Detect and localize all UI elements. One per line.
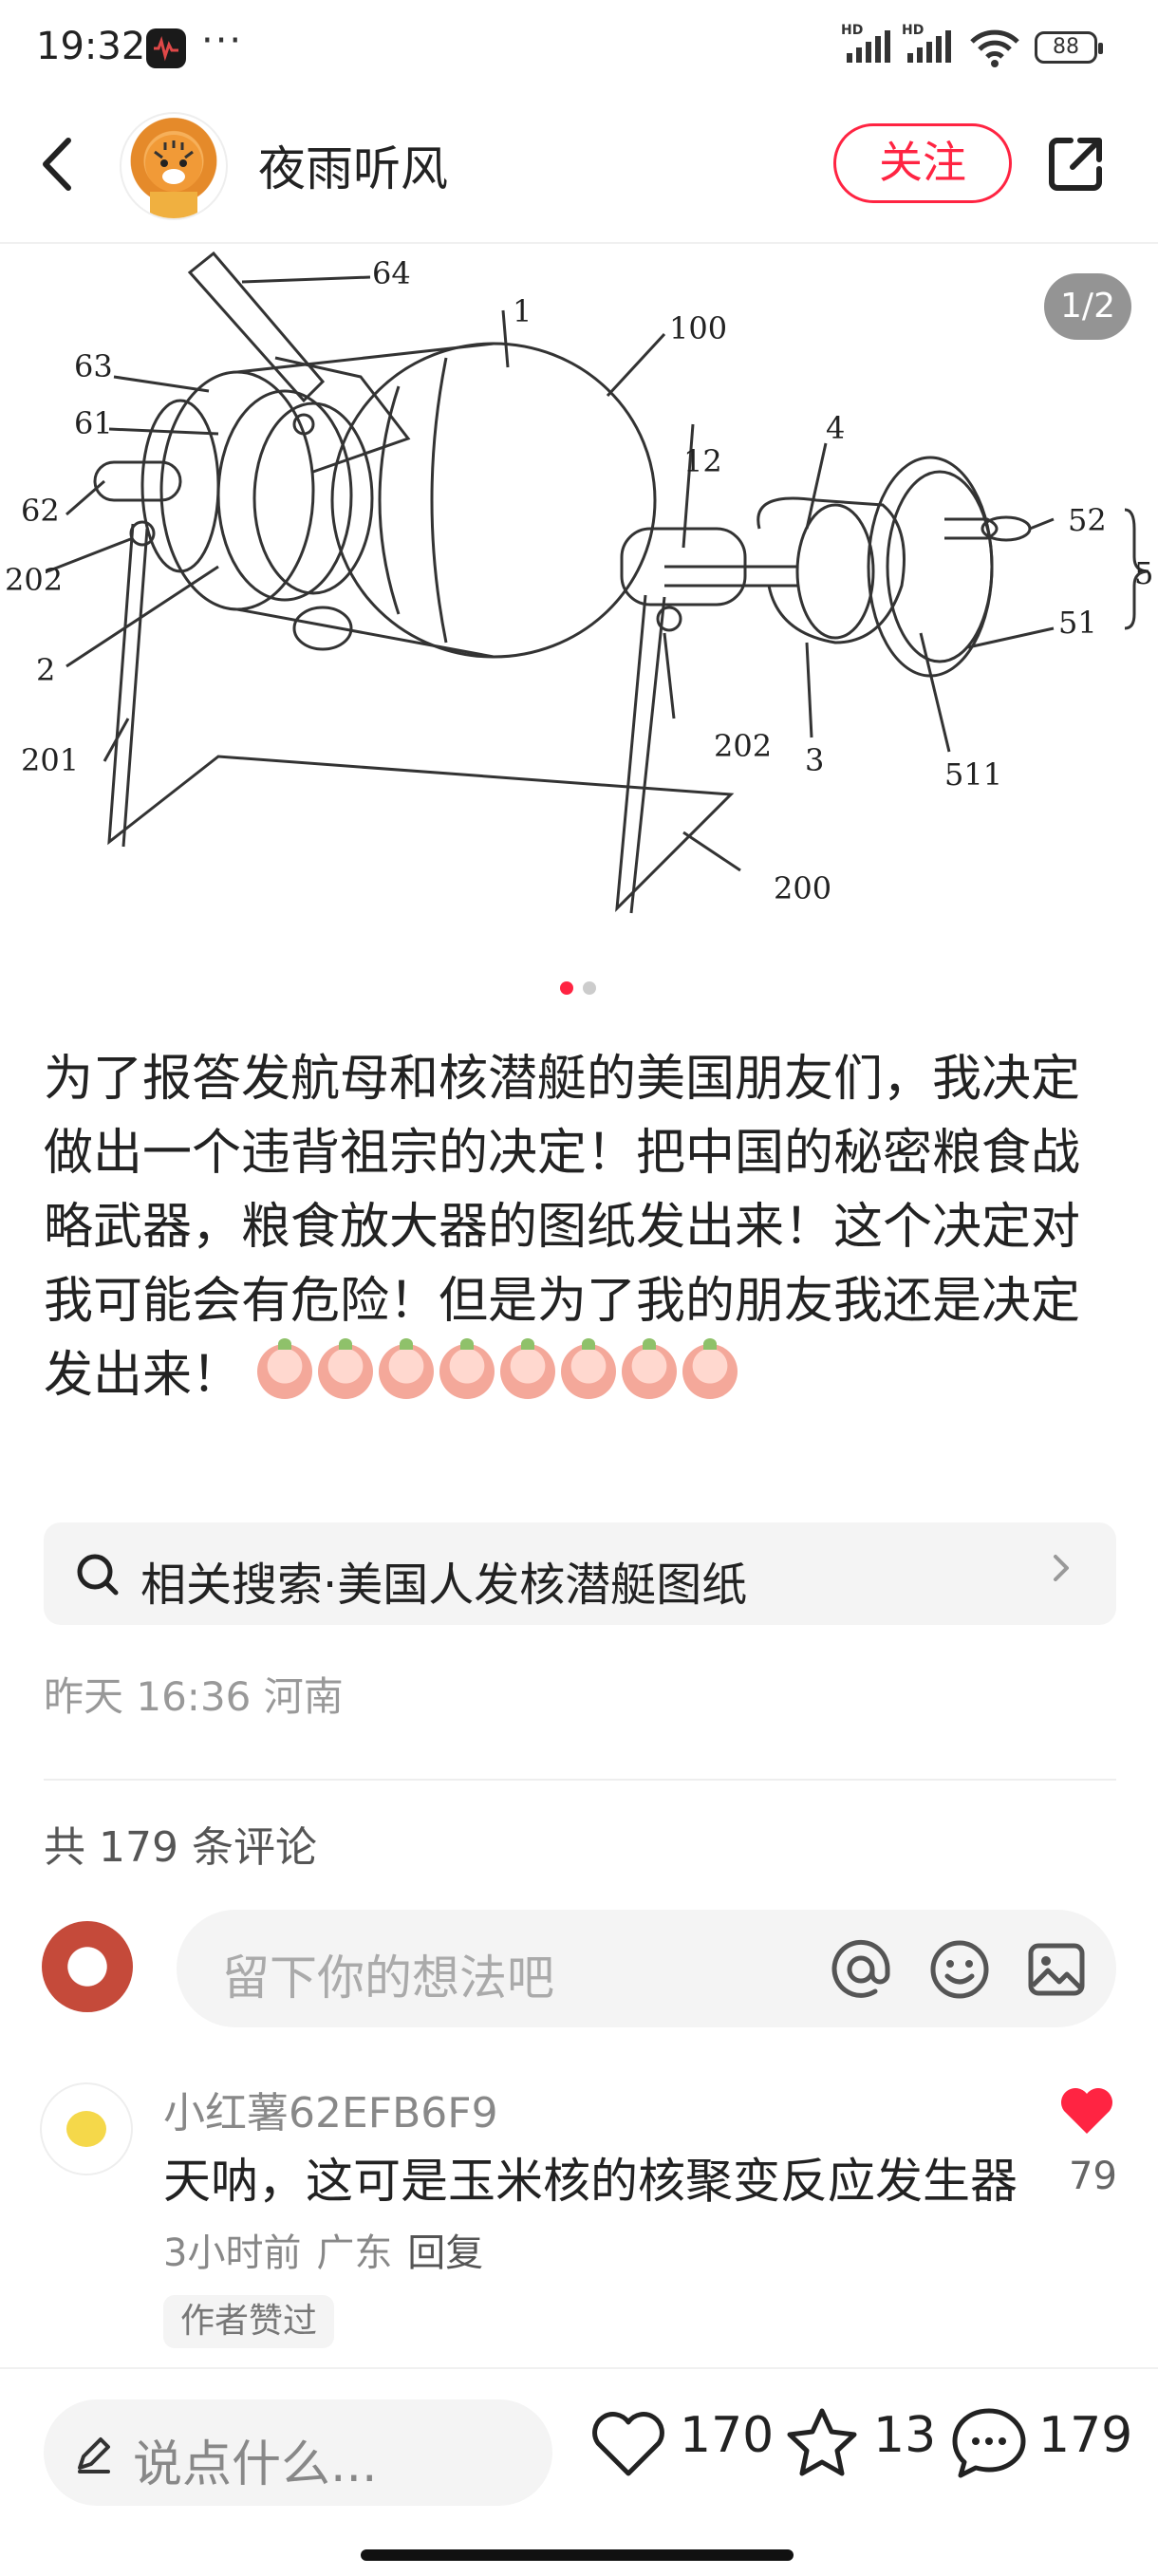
comment-body: 天呐，这可是玉米核的核聚变反应发生器 3小时前 广东 回复: [163, 2147, 1018, 2287]
drawing-label: 62: [21, 493, 60, 529]
chevron-left-icon: [43, 138, 71, 191]
comment-like-count: 79: [1069, 2155, 1117, 2198]
drawing-label: 511: [944, 756, 1002, 793]
drawing-label: 5: [1134, 555, 1153, 591]
emoji-icon[interactable]: [926, 1936, 993, 2007]
pencil-icon: [72, 2432, 116, 2479]
heart-filled-icon: [1061, 2088, 1112, 2134]
post-time-location: 昨天 16:36 河南: [44, 1673, 344, 1720]
drawing-label: 201: [21, 742, 79, 778]
like-button[interactable]: [590, 2411, 666, 2483]
post-image[interactable]: 64 1 100 63 61 4 12 62 52 5 202 51 2 202…: [0, 244, 1158, 956]
author-liked-badge: 作者赞过: [163, 2295, 335, 2348]
image-pager: 1/2: [1044, 273, 1131, 340]
drawing-label: 100: [669, 310, 727, 346]
battery-indicator: 88: [1035, 31, 1103, 64]
drawing-label: 51: [1058, 605, 1097, 641]
collect-button[interactable]: [784, 2407, 860, 2483]
share-button[interactable]: [1044, 133, 1107, 199]
drawing-label: 1: [513, 293, 532, 329]
commenter-avatar[interactable]: [40, 2082, 133, 2175]
carousel-dot-active: [560, 981, 573, 995]
related-search-bar[interactable]: 相关搜索·美国人发核潜艇图纸: [44, 1522, 1116, 1625]
grain-amplifier-drawing: 64 1 100 63 61 4 12 62 52 5 202 51 2 202…: [5, 251, 1153, 914]
comment-total-count: 179: [1038, 2407, 1133, 2464]
image-icon[interactable]: [1023, 1936, 1090, 2007]
post-content: 为了报答发航母和核潜艇的美国朋友们，我决定做出一个违背祖宗的决定！把中国的秘密粮…: [44, 1042, 1116, 1412]
peach-emoji-icon: [621, 1338, 677, 1399]
wifi-icon: [968, 27, 1021, 72]
author-avatar[interactable]: [120, 112, 228, 220]
drawing-label: 4: [826, 410, 845, 446]
back-button[interactable]: [38, 135, 76, 197]
drawing-label: 12: [683, 443, 722, 479]
say-placeholder: 说点什么...: [133, 2436, 378, 2493]
comment-text: 天呐，这可是玉米核的核聚变反应发生器: [163, 2154, 1018, 2209]
content-divider: [44, 1779, 1116, 1781]
soundwave-app-icon: [146, 28, 186, 68]
peach-emoji-icon: [317, 1338, 373, 1399]
related-search-label: 相关搜索·美国人发核潜艇图纸: [140, 1559, 748, 1612]
peach-emoji-icon: [682, 1338, 738, 1399]
like-count: 170: [680, 2407, 775, 2464]
peach-emoji-icon: [439, 1338, 495, 1399]
peach-emoji-icon: [499, 1338, 555, 1399]
drawing-label: 52: [1068, 502, 1107, 538]
emoji-row: [256, 1338, 743, 1404]
comment-input-placeholder: 留下你的想法吧: [222, 1951, 554, 2006]
status-time: 19:32: [36, 25, 146, 68]
reply-button[interactable]: 回复: [407, 2231, 483, 2275]
comment-input[interactable]: 留下你的想法吧: [177, 1910, 1116, 2027]
comment-location: 广东: [316, 2231, 393, 2275]
drawing-label: 61: [74, 405, 113, 441]
drawing-label: 202: [714, 728, 772, 764]
chevron-right-icon: [1050, 1549, 1073, 1596]
tiger-avatar-icon: [145, 135, 202, 218]
comment-button[interactable]: [949, 2405, 1029, 2485]
post-header: 夜雨听风 关注: [0, 95, 1158, 243]
mention-icon[interactable]: [828, 1936, 894, 2007]
collect-count: 13: [873, 2407, 937, 2464]
drawing-label: 200: [774, 870, 831, 906]
peach-emoji-icon: [560, 1338, 616, 1399]
peach-emoji-icon: [256, 1338, 312, 1399]
say-something-input[interactable]: 说点什么...: [44, 2399, 552, 2506]
commenter-name[interactable]: 小红薯62EFB6F9: [163, 2079, 498, 2139]
bottom-action-bar: 说点什么... 170 13 179: [0, 2367, 1158, 2576]
drawing-label: 2: [36, 652, 55, 688]
star-icon: [787, 2408, 857, 2476]
home-indicator: [361, 2549, 794, 2561]
drawing-label: 202: [5, 562, 63, 598]
comment-like-button[interactable]: [1059, 2086, 1114, 2139]
heart-icon: [592, 2412, 664, 2476]
drawing-label: 64: [372, 255, 411, 291]
comment-time: 3小时前: [163, 2231, 302, 2275]
status-bar: 19:32 ··· HD HD 88: [0, 0, 1158, 95]
status-more-dots: ···: [201, 19, 244, 63]
follow-button[interactable]: 关注: [833, 123, 1012, 203]
share-icon: [1049, 138, 1102, 191]
comment-count: 共 179 条评论: [44, 1823, 317, 1872]
carousel-dot: [583, 981, 596, 995]
peach-emoji-icon: [378, 1338, 434, 1399]
comment-bubble-icon: [952, 2408, 1026, 2478]
drawing-label: 3: [805, 742, 824, 778]
my-avatar: [42, 1921, 133, 2012]
drawing-label: 63: [74, 348, 113, 384]
search-icon: [74, 1551, 121, 1602]
author-name[interactable]: 夜雨听风: [258, 131, 448, 199]
